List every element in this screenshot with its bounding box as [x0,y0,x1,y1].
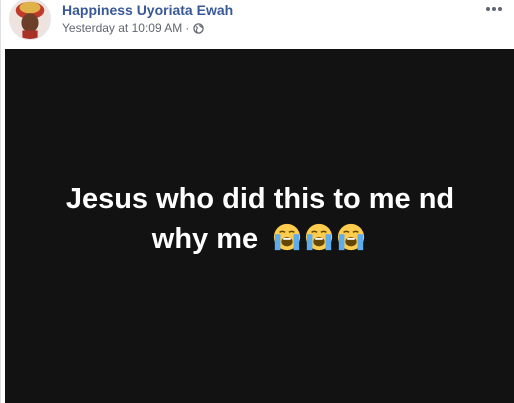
loudly-crying-face-icon [338,224,365,251]
post-timestamp[interactable]: Yesterday at 10:09 AM [62,21,182,35]
avatar-image [10,0,50,39]
post-text: Jesus who did this to me nd why me [65,183,455,255]
post-media-card[interactable]: Jesus who did this to me nd why me [5,49,514,403]
emoji-group [272,222,368,252]
facebook-post: Happiness Uyoriata Ewah Yesterday at 10:… [0,0,514,403]
more-dot [498,7,502,11]
globe-icon[interactable] [193,22,205,34]
post-header: Happiness Uyoriata Ewah Yesterday at 10:… [1,0,514,49]
author-avatar[interactable] [9,0,51,40]
meta-separator: · [185,21,190,35]
loudly-crying-face-icon [306,224,333,251]
author-name-link[interactable]: Happiness Uyoriata Ewah [62,2,233,18]
more-dot [492,7,496,11]
post-meta: Yesterday at 10:09 AM · [62,21,205,35]
more-dot [486,7,490,11]
more-options-button[interactable] [483,2,505,16]
post-text-block: Jesus who did this to me nd why me [40,179,480,259]
loudly-crying-face-icon [274,224,301,251]
